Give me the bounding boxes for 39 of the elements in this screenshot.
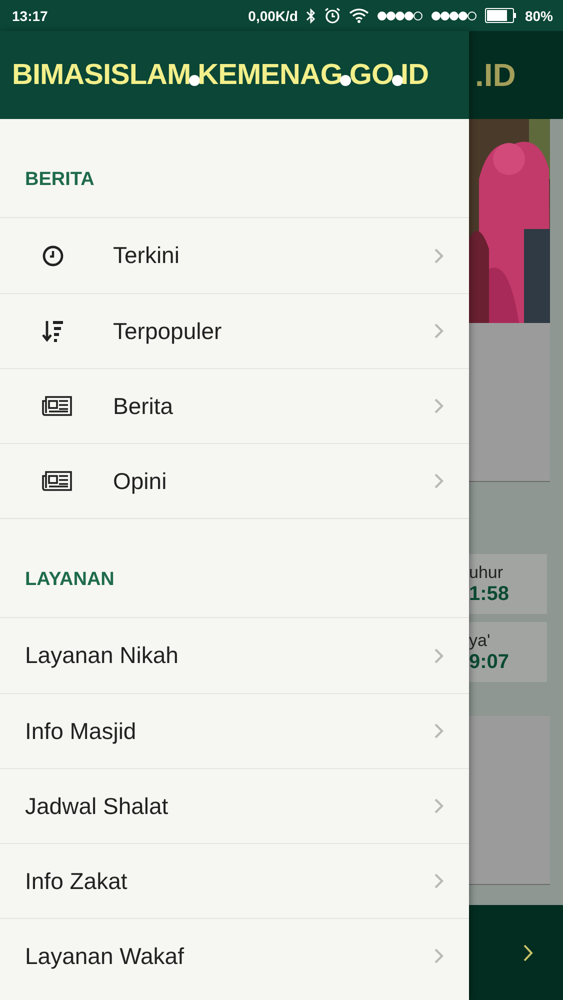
alarm-clock-icon: [324, 7, 341, 24]
prayer-time: 9:07: [469, 650, 510, 674]
signal-icon: [376, 10, 423, 20]
menu-item[interactable]: Layanan Nikah: [0, 618, 469, 693]
logo-text: KEMENAG: [198, 58, 342, 92]
signal-icon: [430, 10, 477, 20]
battery-icon: [484, 8, 517, 23]
network-speed: 0,00K/d: [248, 8, 298, 24]
clock-time: 13:17: [12, 8, 48, 24]
chevron-right-icon: [434, 473, 444, 489]
bluetooth-icon: [306, 8, 316, 24]
dot-icon: [340, 74, 352, 86]
sort-descending-icon: [42, 320, 64, 342]
logo-text: GO: [349, 58, 394, 92]
chevron-right-icon: [434, 248, 444, 264]
logo-text: BIMASISLAM: [12, 58, 191, 92]
logo-text: ID: [400, 58, 429, 92]
chevron-right-icon: [434, 723, 444, 739]
chevron-right-icon: [434, 398, 444, 414]
battery-percent: 80%: [524, 8, 553, 24]
wifi-icon: [348, 8, 369, 23]
menu-item[interactable]: Terkini: [0, 218, 469, 293]
chevron-right-icon: [434, 948, 444, 964]
prayer-time: 1:58: [469, 582, 510, 606]
chevron-right-icon: [434, 323, 444, 339]
chevron-right-icon: [434, 798, 444, 814]
chevron-right-icon: [434, 873, 444, 889]
chevron-right-icon: [523, 944, 533, 962]
clock-icon: [42, 244, 64, 266]
newspaper-icon: [42, 396, 72, 416]
menu-item[interactable]: Berita: [0, 368, 469, 443]
header-title: .ID: [475, 56, 516, 94]
prayer-name: ya': [469, 630, 492, 650]
chevron-right-icon: [434, 648, 444, 664]
prayer-name: uhur: [469, 562, 504, 582]
newspaper-icon: [42, 471, 72, 491]
menu-item[interactable]: Opini: [0, 443, 469, 518]
dot-icon: [392, 74, 403, 86]
dot-icon: [188, 74, 200, 86]
